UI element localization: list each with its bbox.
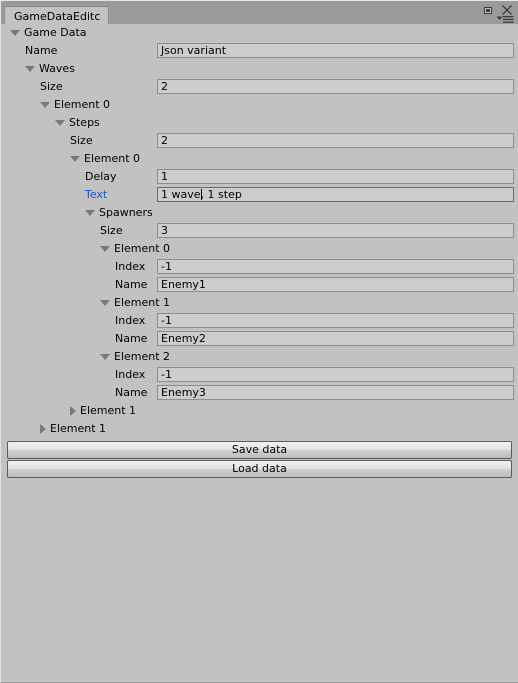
property-row: Name Json variant (2, 42, 518, 60)
foldout-waves[interactable]: Waves (25, 60, 75, 78)
input-size[interactable]: 2 (157, 79, 514, 94)
property-row: Game Data (2, 24, 518, 42)
tab-bar: GameDataEditc (1, 0, 518, 25)
chevron-down-icon[interactable] (10, 30, 20, 36)
field-label-index: Index (115, 368, 146, 381)
property-row: Name Enemy1 (2, 276, 518, 294)
chevron-down-icon[interactable] (70, 156, 80, 162)
chevron-down-icon[interactable] (100, 354, 110, 360)
field-label-name: Name (115, 386, 148, 399)
input-index[interactable]: -1 (157, 313, 514, 328)
property-row: Name Enemy3 (2, 384, 518, 402)
chevron-right-icon[interactable] (70, 406, 76, 416)
input-delay[interactable]: 1 (157, 169, 514, 184)
property-row: Steps (2, 114, 518, 132)
field-label-size: Size (100, 224, 123, 237)
property-row: Element 1 (2, 294, 518, 312)
property-row: Delay 1 (2, 168, 518, 186)
field-label-index: Index (115, 314, 146, 327)
foldout-spawners[interactable]: Spawners (85, 204, 153, 222)
input-size[interactable]: 2 (157, 133, 514, 148)
input-name[interactable]: Enemy1 (157, 277, 514, 292)
editor-window: GameDataEditc Game Data Name Json variant W… (0, 0, 518, 683)
foldout-element-1[interactable]: Element 1 (70, 402, 136, 420)
foldout-element-1[interactable]: Element 1 (100, 294, 170, 312)
foldout-label: Spawners (99, 206, 153, 219)
tab-label: GameDataEditc (14, 9, 101, 23)
foldout-steps[interactable]: Steps (55, 114, 100, 132)
foldout-element-1[interactable]: Element 1 (40, 420, 106, 438)
property-row: Index -1 (2, 366, 518, 384)
foldout-label: Element 0 (54, 98, 111, 111)
property-row: Index -1 (2, 258, 518, 276)
text-caret (200, 189, 202, 200)
maximize-icon[interactable] (483, 5, 493, 15)
save-data-button[interactable]: Save data (7, 441, 512, 459)
foldout-label: Steps (69, 116, 100, 129)
maximize-square-fill (486, 9, 490, 12)
foldout-element-0[interactable]: Element 0 (100, 240, 170, 258)
property-row: Spawners (2, 204, 518, 222)
property-row: Name Enemy2 (2, 330, 518, 348)
foldout-label: Game Data (24, 26, 87, 39)
chevron-down-icon[interactable] (85, 210, 95, 216)
property-rows: Game Data Name Json variant Waves Size 2 Eleme… (2, 24, 518, 438)
input-size[interactable]: 3 (157, 223, 514, 238)
property-row: Size 2 (2, 132, 518, 150)
property-row: Element 2 (2, 348, 518, 366)
chevron-right-icon[interactable] (40, 424, 46, 434)
property-row: Element 0 (2, 150, 518, 168)
foldout-game-data[interactable]: Game Data (10, 24, 87, 42)
field-label-index: Index (115, 260, 146, 273)
property-row: Element 0 (2, 96, 518, 114)
foldout-label: Waves (39, 62, 75, 75)
load-data-button[interactable]: Load data (7, 460, 512, 478)
input-index[interactable]: -1 (157, 367, 514, 382)
chevron-down-icon[interactable] (25, 66, 35, 72)
property-row: Text 1 wave, 1 step (2, 186, 518, 204)
foldout-element-0[interactable]: Element 0 (40, 96, 110, 114)
chevron-down-icon[interactable] (100, 300, 110, 306)
field-label-size: Size (70, 134, 93, 147)
field-label-name: Name (115, 332, 148, 345)
input-index[interactable]: -1 (157, 259, 514, 274)
field-label-name: Name (115, 278, 148, 291)
action-buttons: Save data Load data (7, 441, 512, 479)
field-label-name: Name (25, 44, 58, 57)
foldout-label: Element 0 (84, 152, 141, 165)
tab-gamedataeditor[interactable]: GameDataEditc (4, 6, 110, 25)
input-name[interactable]: Json variant (157, 43, 514, 58)
foldout-element-2[interactable]: Element 2 (100, 348, 170, 366)
property-row: Index -1 (2, 312, 518, 330)
chevron-down-icon[interactable] (100, 246, 110, 252)
input-name[interactable]: Enemy2 (157, 331, 514, 346)
chevron-down-icon[interactable] (40, 102, 50, 108)
property-row: Size 2 (2, 78, 518, 96)
property-row: Element 0 (2, 240, 518, 258)
foldout-label: Element 1 (80, 404, 137, 417)
property-row: Waves (2, 60, 518, 78)
inspector-body: Game Data Name Json variant Waves Size 2 Eleme… (2, 24, 518, 682)
foldout-label: Element 1 (50, 422, 107, 435)
input-text[interactable]: 1 wave, 1 step (157, 187, 514, 202)
property-row: Element 1 (2, 420, 518, 438)
field-label-delay: Delay (85, 170, 117, 183)
property-row: Size 3 (2, 222, 518, 240)
panel-menu-icon[interactable] (496, 15, 514, 24)
input-name[interactable]: Enemy3 (157, 385, 514, 400)
property-row: Element 1 (2, 402, 518, 420)
foldout-element-0[interactable]: Element 0 (70, 150, 140, 168)
field-label-text: Text (85, 188, 108, 201)
chevron-down-icon[interactable] (55, 120, 65, 126)
field-label-size: Size (40, 80, 63, 93)
foldout-label: Element 1 (114, 296, 171, 309)
foldout-label: Element 2 (114, 350, 171, 363)
foldout-label: Element 0 (114, 242, 171, 255)
